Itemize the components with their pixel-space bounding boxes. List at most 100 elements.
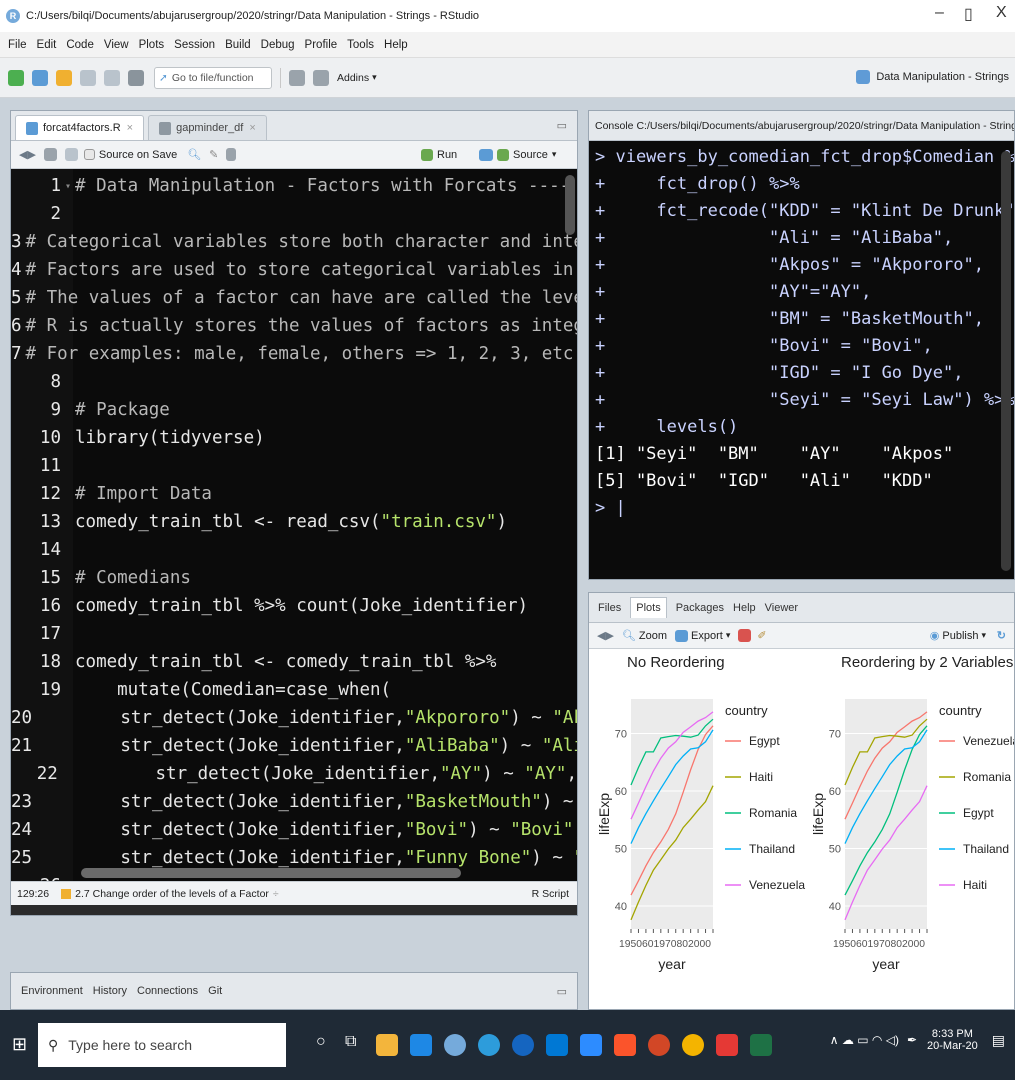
save-icon[interactable] — [64, 148, 78, 161]
addins-menu[interactable]: Addins — [337, 72, 369, 84]
tab-gapminder-df[interactable]: gapminder_df × — [148, 115, 267, 140]
close-button[interactable]: X — [996, 4, 1007, 22]
code-line[interactable]: 5 # The values of a factor can have are c… — [11, 284, 577, 312]
powerpoint-icon[interactable] — [648, 1034, 670, 1056]
workspace-panes-icon[interactable] — [313, 69, 329, 86]
broom-icon[interactable]: ✐ — [757, 629, 766, 642]
section-navigator[interactable]: 2.7 Change order of the levels of a Fact… — [75, 888, 269, 900]
vertical-scrollbar[interactable] — [565, 175, 575, 235]
code-line[interactable]: 15 # Comedians — [11, 564, 577, 592]
code-line[interactable]: 10 library(tidyverse) — [11, 424, 577, 452]
menu-build[interactable]: Build — [225, 39, 251, 51]
close-tab-icon[interactable]: × — [127, 122, 133, 134]
code-line[interactable]: 24 str_detect(Joke_identifier, "Bovi") ~ … — [11, 816, 577, 844]
new-file-icon[interactable] — [8, 69, 24, 86]
tab-history[interactable]: History — [93, 985, 127, 997]
code-line[interactable]: 18 comedy_train_tbl <- comedy_train_tbl %… — [11, 648, 577, 676]
outlook-icon[interactable] — [546, 1034, 568, 1056]
minimize-button[interactable]: – — [935, 4, 944, 22]
console-scrollbar[interactable] — [1001, 151, 1011, 571]
horizontal-scrollbar[interactable] — [81, 868, 461, 878]
code-line[interactable]: 3 # Categorical variables store both char… — [11, 228, 577, 256]
browser-icon[interactable] — [478, 1034, 500, 1056]
code-line[interactable]: 9 # Package — [11, 396, 577, 424]
source-button[interactable]: Source ▾ — [497, 148, 556, 161]
pane-maximize-icon[interactable]: ▭ — [557, 119, 567, 132]
code-line[interactable]: 22 str_detect(Joke_identifier, "AY") ~ "A… — [11, 760, 577, 788]
code-line[interactable]: 23 str_detect(Joke_identifier, "BasketMou… — [11, 788, 577, 816]
code-line[interactable]: 8 — [11, 368, 577, 396]
code-line[interactable]: 6 # R is actually stores the values of fa… — [11, 312, 577, 340]
clock[interactable]: 8:33 PM 20-Mar-20 — [927, 1028, 978, 1052]
console-output[interactable]: > viewers_by_comedian_fct_drop$Comedian … — [589, 143, 1014, 573]
menu-code[interactable]: Code — [66, 39, 94, 51]
export-button[interactable]: Export — [691, 630, 723, 642]
refresh-icon[interactable]: ↻ — [997, 629, 1006, 642]
cortana-icon[interactable]: ○ — [316, 1033, 326, 1051]
code-line[interactable]: 12 # Import Data — [11, 480, 577, 508]
menu-profile[interactable]: Profile — [305, 39, 338, 51]
brave-icon[interactable] — [614, 1034, 636, 1056]
save-icon[interactable] — [80, 69, 96, 86]
goto-file-input[interactable]: ➚ Go to file/function — [154, 66, 272, 89]
compile-report-icon[interactable] — [226, 148, 237, 161]
pane-restore-icon[interactable]: ▭ — [557, 985, 567, 998]
code-line[interactable]: 17 — [11, 620, 577, 648]
source-on-save-checkbox[interactable] — [83, 149, 95, 160]
excel-icon[interactable] — [750, 1034, 772, 1056]
code-line[interactable]: 14 — [11, 536, 577, 564]
code-line[interactable]: 16 comedy_train_tbl %>% count(Joke_identi… — [11, 592, 577, 620]
script-type[interactable]: R Script — [532, 888, 569, 900]
new-project-icon[interactable] — [32, 69, 48, 86]
tab-connections[interactable]: Connections — [137, 985, 198, 997]
tab-packages[interactable]: Packages — [676, 598, 724, 618]
tab-environment[interactable]: Environment — [21, 985, 83, 997]
task-view-icon[interactable]: ⧉ — [345, 1033, 356, 1051]
menu-help[interactable]: Help — [384, 39, 408, 51]
menu-session[interactable]: Session — [174, 39, 215, 51]
tray-icons[interactable]: ∧ ☁ ▭ ◠ ◁) — [830, 1033, 899, 1047]
project-menu[interactable]: Data Manipulation - Strings — [856, 70, 1009, 84]
tab-git[interactable]: Git — [208, 985, 222, 997]
code-line[interactable]: 11 — [11, 452, 577, 480]
acrobat-icon[interactable] — [716, 1034, 738, 1056]
remove-plot-icon[interactable] — [738, 629, 752, 642]
print-icon[interactable] — [128, 69, 144, 86]
pen-icon[interactable]: ✒ — [907, 1033, 917, 1047]
back-forward-icon[interactable]: ◀▶ — [597, 629, 614, 642]
code-line[interactable]: 7 # For examples: male, female, others =>… — [11, 340, 577, 368]
menu-view[interactable]: View — [104, 39, 129, 51]
save-all-icon[interactable] — [104, 69, 120, 86]
app-icon[interactable] — [512, 1034, 534, 1056]
code-editor[interactable]: 1 ▾ # Data Manipulation - Factors with For… — [11, 169, 577, 881]
search-icon[interactable]: 🔍︎ — [187, 148, 201, 161]
code-tools-icon[interactable] — [289, 69, 305, 86]
fold-icon[interactable]: ▾ — [65, 181, 75, 192]
menu-edit[interactable]: Edit — [37, 39, 57, 51]
code-line[interactable]: 20 str_detect(Joke_identifier, "Akpororo"… — [11, 704, 577, 732]
maximize-button[interactable]: ▯ — [964, 4, 973, 24]
tab-files[interactable]: Files — [598, 598, 621, 618]
rstudio-taskbar-icon[interactable] — [444, 1034, 466, 1056]
show-in-window-icon[interactable] — [43, 148, 57, 161]
tab-plots[interactable]: Plots — [630, 597, 667, 618]
open-file-icon[interactable] — [56, 69, 72, 86]
run-button[interactable]: Run — [421, 148, 457, 161]
file-explorer-icon[interactable] — [376, 1034, 398, 1056]
menu-debug[interactable]: Debug — [261, 39, 295, 51]
back-forward-icon[interactable]: ◀▶ — [19, 148, 36, 161]
menu-plots[interactable]: Plots — [139, 39, 165, 51]
taskbar-search[interactable]: ⚲ Type here to search — [38, 1023, 286, 1067]
menu-tools[interactable]: Tools — [347, 39, 374, 51]
tab-viewer[interactable]: Viewer — [765, 598, 798, 618]
tab-help[interactable]: Help — [733, 598, 756, 618]
tab-forcat4factors[interactable]: forcat4factors.R × — [15, 115, 145, 140]
edge-icon[interactable] — [410, 1034, 432, 1056]
zoom-app-icon[interactable] — [580, 1034, 602, 1056]
windows-start-icon[interactable]: ⊞ — [12, 1034, 27, 1055]
close-tab-icon[interactable]: × — [249, 122, 255, 134]
code-line[interactable]: 13 comedy_train_tbl <- read_csv("train.cs… — [11, 508, 577, 536]
chrome-icon[interactable] — [682, 1034, 704, 1056]
code-line[interactable]: 4 # Factors are used to store categorical… — [11, 256, 577, 284]
notifications-icon[interactable]: ▤ — [992, 1032, 1005, 1049]
